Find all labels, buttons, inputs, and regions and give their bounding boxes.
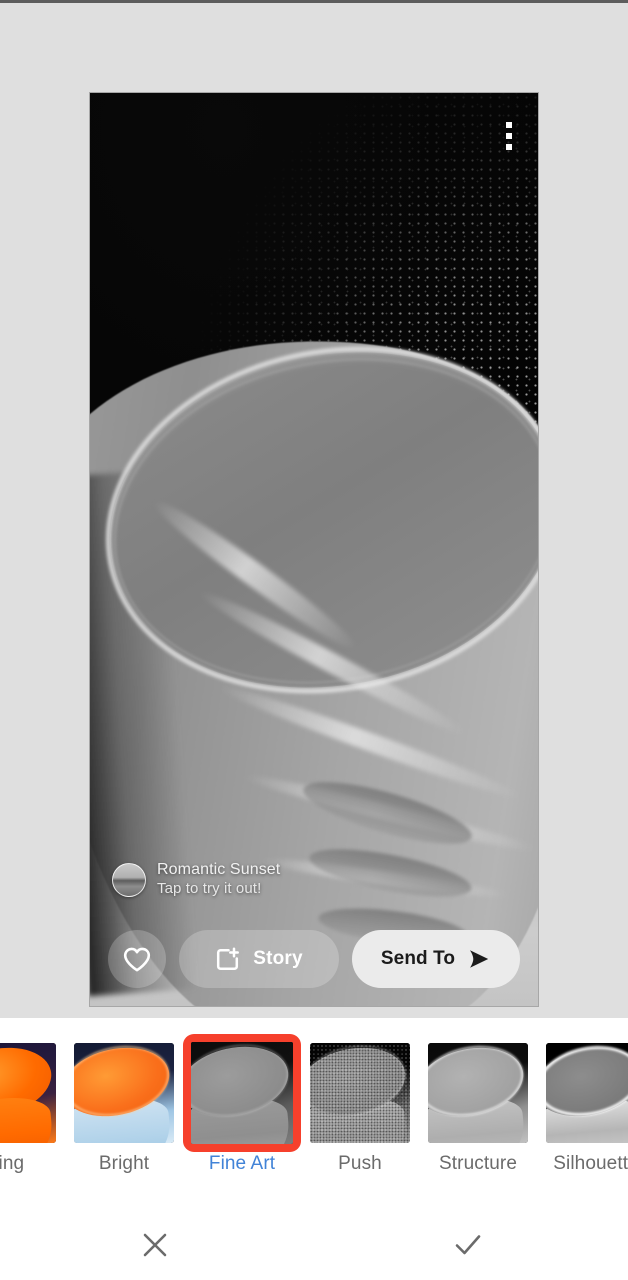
filter-item-5[interactable]: Silhouette — [546, 1043, 628, 1175]
filter-thumbnail — [546, 1043, 628, 1143]
preview-action-bar: Story Send To — [108, 930, 520, 988]
confirm-bar — [0, 1210, 628, 1280]
kebab-dot — [506, 122, 512, 128]
send-arrow-icon — [470, 950, 489, 968]
photo-preview[interactable]: Romantic Sunset Tap to try it out! Story… — [90, 93, 538, 1006]
filter-thumb-wrap — [310, 1043, 410, 1143]
story-button[interactable]: Story — [179, 930, 339, 988]
kebab-menu-icon[interactable] — [494, 113, 524, 159]
filter-label-3: Push — [338, 1153, 382, 1174]
filter-label-5: Silhouette — [553, 1153, 628, 1174]
filter-label-4: Structure — [439, 1153, 517, 1174]
filter-thumbnail — [428, 1043, 528, 1143]
kebab-dot — [506, 133, 512, 139]
filter-item-2[interactable]: Fine Art — [183, 1034, 301, 1175]
filter-carousel[interactable]: ning Bright — [0, 1018, 628, 1210]
filter-thumb-wrap-selected — [183, 1034, 301, 1152]
filter-thumb-wrap — [546, 1043, 628, 1143]
lens-avatar — [112, 862, 146, 897]
filter-strip[interactable]: ning Bright — [0, 1034, 628, 1175]
filter-item-3[interactable]: Push — [310, 1043, 410, 1175]
filter-thumbnail — [191, 1042, 293, 1144]
grain-overlay — [310, 1043, 410, 1143]
lens-text: Romantic Sunset Tap to try it out! — [157, 861, 280, 898]
heart-icon — [123, 947, 151, 971]
check-icon — [455, 1235, 481, 1255]
filter-thumb-wrap — [428, 1043, 528, 1143]
filter-item-1[interactable]: Bright — [74, 1043, 174, 1175]
filter-item-0[interactable]: ning — [0, 1043, 56, 1175]
add-to-story-icon — [217, 947, 240, 970]
filter-thumbnail — [74, 1043, 174, 1143]
preview-stage: Romantic Sunset Tap to try it out! Story… — [0, 3, 628, 1018]
filter-thumb-wrap — [0, 1043, 56, 1143]
close-icon — [143, 1233, 167, 1257]
send-to-label: Send To — [380, 948, 456, 969]
favorite-button[interactable] — [108, 930, 166, 988]
kebab-dot — [506, 144, 512, 150]
filter-label-1: Bright — [98, 1153, 150, 1174]
send-to-button[interactable]: Send To — [352, 930, 520, 988]
filter-thumb-wrap — [74, 1043, 174, 1143]
app-root: Romantic Sunset Tap to try it out! Story… — [0, 0, 628, 1280]
filter-thumbnail — [0, 1043, 56, 1143]
confirm-button[interactable] — [440, 1217, 496, 1273]
filter-thumbnail — [310, 1043, 410, 1143]
story-button-label: Story — [253, 948, 303, 969]
filter-item-4[interactable]: Structure — [428, 1043, 528, 1175]
cancel-button[interactable] — [127, 1217, 183, 1273]
lens-subtitle: Tap to try it out! — [157, 880, 262, 898]
lens-title: Romantic Sunset — [157, 861, 281, 879]
filter-label-2: Fine Art — [208, 1153, 276, 1174]
filter-label-0: ning — [0, 1153, 25, 1174]
lens-attribution[interactable]: Romantic Sunset Tap to try it out! — [112, 861, 280, 898]
